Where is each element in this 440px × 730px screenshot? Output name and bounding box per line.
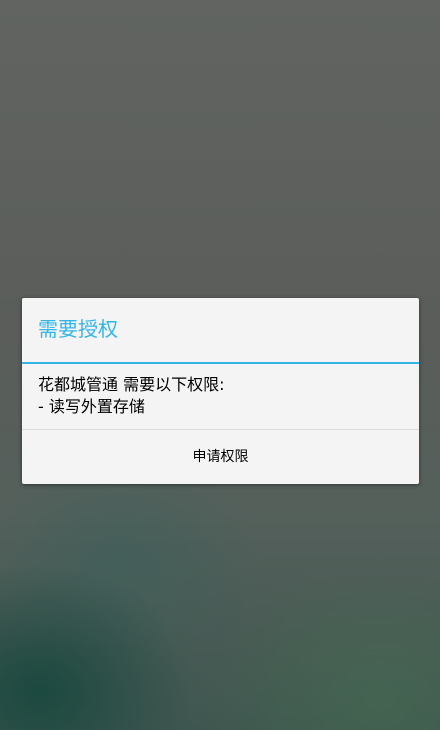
request-permission-button[interactable]: 申请权限 [22,430,419,484]
title-divider [22,362,419,364]
permission-dialog: 需要授权 花都城管通 需要以下权限: - 读写外置存储 申请权限 [22,298,419,484]
dialog-message: 花都城管通 需要以下权限: - 读写外置存储 [38,374,403,418]
message-line-app-permissions: 花都城管通 需要以下权限: [38,375,225,394]
dialog-title: 需要授权 [38,317,118,341]
message-line-storage-permission: - 读写外置存储 [38,397,145,416]
